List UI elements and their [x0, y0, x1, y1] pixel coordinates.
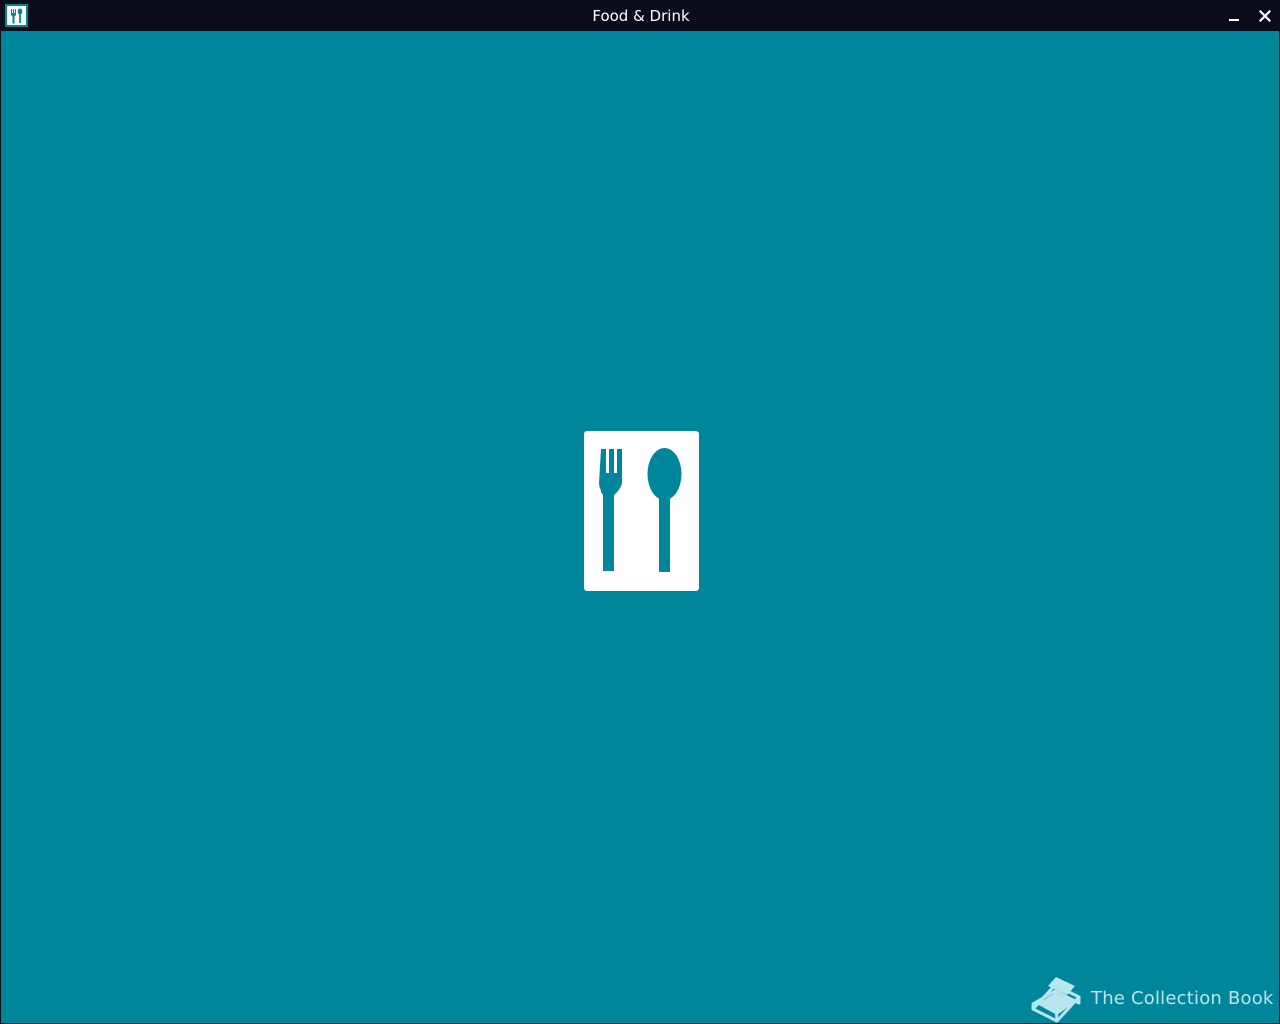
- title-bar[interactable]: Food & Drink: [1, 0, 1280, 31]
- fork-spoon-icon: [584, 431, 699, 591]
- brand-label: The Collection Book: [1091, 987, 1274, 1009]
- brand-watermark: The Collection Book: [1029, 973, 1274, 1023]
- close-icon: [1259, 10, 1271, 22]
- minimize-button[interactable]: [1221, 3, 1247, 29]
- window-title: Food & Drink: [592, 7, 690, 25]
- minimize-icon: [1229, 19, 1239, 21]
- book-icon: [1031, 977, 1081, 1023]
- close-button[interactable]: [1252, 3, 1278, 29]
- app-window: Food & Drink The Collection Book: [0, 0, 1280, 1024]
